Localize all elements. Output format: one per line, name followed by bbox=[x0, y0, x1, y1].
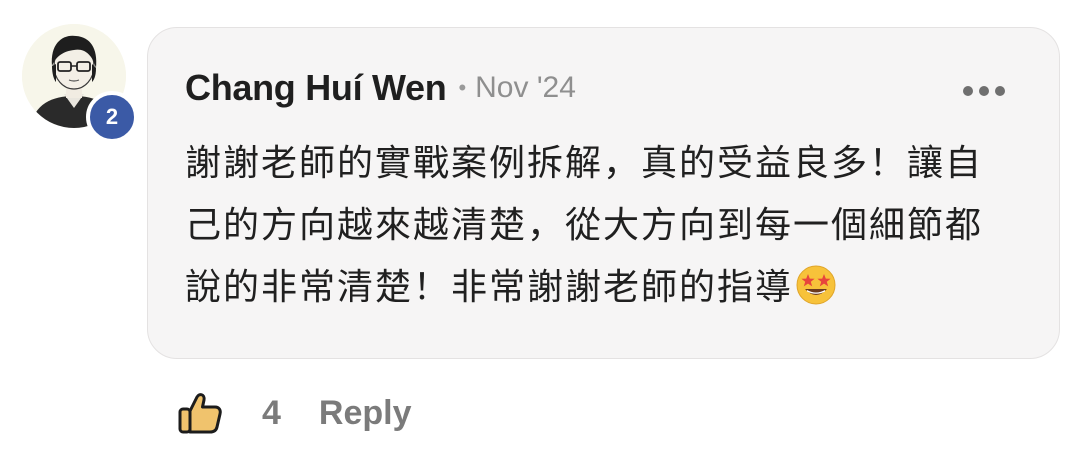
comment-line: 己的方向越來越清楚，從大方向到每一個細節都 bbox=[185, 205, 984, 246]
header-separator: • bbox=[458, 75, 467, 100]
comment-item: 2 Chang Huí Wen • Nov '24 謝謝老師的實戰案例拆解，真的… bbox=[0, 0, 1080, 463]
avatar-container[interactable]: 2 bbox=[22, 24, 138, 143]
level-badge: 2 bbox=[86, 91, 138, 143]
thumbs-up-icon[interactable] bbox=[177, 390, 223, 436]
author-name[interactable]: Chang Huí Wen bbox=[185, 67, 447, 109]
comment-text: 謝謝老師的實戰案例拆解，真的受益良多！讓自 己的方向越來越清楚，從大方向到每一個… bbox=[185, 133, 1035, 326]
comment-line: 謝謝老師的實戰案例拆解，真的受益良多！讓自 bbox=[185, 143, 984, 184]
star-struck-emoji-icon bbox=[795, 264, 837, 326]
comment-header: Chang Huí Wen • Nov '24 bbox=[185, 66, 576, 110]
comment-timestamp[interactable]: Nov '24 bbox=[475, 71, 576, 105]
comment-line-last: 說的非常清楚！非常謝謝老師的指導 bbox=[185, 257, 1035, 326]
more-options-icon[interactable] bbox=[963, 84, 1005, 98]
more-dot bbox=[995, 86, 1005, 96]
like-count: 4 bbox=[262, 393, 281, 432]
more-dot bbox=[963, 86, 973, 96]
more-dot bbox=[979, 86, 989, 96]
comment-actions: 4 Reply bbox=[177, 390, 412, 436]
comment-line: 說的非常清楚！非常謝謝老師的指導 bbox=[185, 267, 794, 308]
reply-button[interactable]: Reply bbox=[319, 394, 412, 433]
comment-bubble: Chang Huí Wen • Nov '24 謝謝老師的實戰案例拆解，真的受益… bbox=[147, 27, 1060, 359]
